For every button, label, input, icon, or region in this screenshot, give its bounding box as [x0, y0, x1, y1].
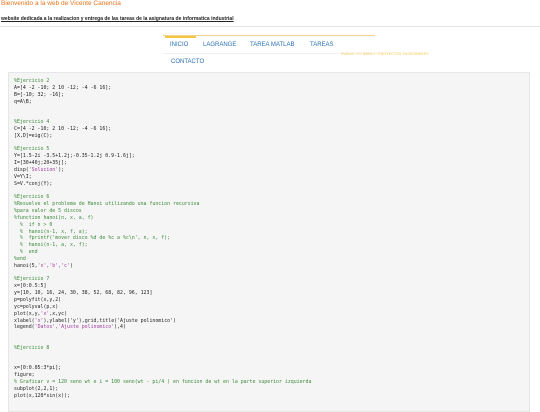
code-line: yc=polyval(p,x): [14, 303, 59, 310]
code-line: plot(x,y,'x',x,yc): [14, 310, 68, 317]
code-line: %para valor de 5 discos: [14, 208, 82, 215]
nav-blog-note: PUBLIC ??? BERL?? PROYECTOS FASSOBRIERY: [341, 52, 430, 56]
code-line: xlabel('x'),ylabel('y'),grid,title('Ajus…: [14, 317, 176, 324]
code-line: A=[4 -2 -10; 2 10 -12; -4 -6 16];: [14, 84, 112, 91]
code-line: %function hanoi(n, x, a, f): [14, 214, 94, 221]
nav-item-lagrange[interactable]: LAGRANGE: [203, 42, 236, 48]
code-line: V=Y\I;: [14, 173, 32, 180]
code-block: %Ejercicio 2 A=[4 -2 -10; 2 10 -12; -4 -6…: [8, 72, 530, 412]
code-line: %Ejercicio 8: [14, 344, 50, 351]
code-line: %Ejercicio 4: [14, 119, 50, 126]
main-nav: INICIO LAGRANGE TAREA MATLAB TAREAS: [163, 35, 375, 52]
code-line: x=[0:0.05:3*pi];: [14, 365, 62, 372]
code-line: legend('Datos','Ajuste polinomico'),4): [14, 324, 126, 331]
code-line: % hanoi(n-1, a, x, f);: [14, 242, 88, 249]
nav-item-inicio[interactable]: INICIO: [170, 42, 188, 48]
code-line: S=V.*conj(Y);: [14, 180, 53, 187]
code-line: % fprintf('mover disco %d de %c a %c\n',…: [14, 235, 171, 242]
code-line: Y=[1.5-2i -3.5+1.2j;-0.35-1.2j 0.9-1.6j]…: [14, 153, 135, 160]
code-line: q=A\B;: [14, 98, 32, 105]
code-line: [X,D]=eig(C);: [14, 132, 53, 139]
code-line: B=[-10; 32; -16];: [14, 91, 65, 98]
code-line: % end: [14, 249, 38, 256]
code-line: p=polyfit(x,y,2): [14, 297, 62, 303]
code-line: %Ejercicio 7: [14, 276, 50, 283]
nav-item-tarea-matlab[interactable]: TAREA MATLAB: [250, 42, 294, 48]
code-line: %end: [14, 255, 26, 262]
nav-item-tareas[interactable]: TAREAS: [310, 42, 334, 48]
code-line: %Ejercicio 5: [14, 146, 50, 153]
code-line: %Resuelve el problema de Hanoi utilizand…: [14, 201, 200, 208]
site-tagline[interactable]: website dedicada a la realizacion y entr…: [1, 16, 234, 22]
code-line: disp('Solucion');: [14, 166, 65, 173]
code-line: figure;: [14, 372, 35, 379]
code-line: C=[4 -2 -10; 2 10 -12; -4 -6 16];: [14, 125, 112, 132]
code-line: %Ejercicio 6: [14, 194, 50, 201]
code-line: %Ejercicio 2: [14, 78, 50, 84]
code-line: % if n > 0: [14, 221, 53, 228]
header-divider: [0, 26, 540, 27]
nav-active-indicator: [165, 36, 196, 38]
code-line: % hanoi(n-1, x, f, a);: [14, 228, 88, 235]
code-line: hanoi(5,'x','b','c'): [14, 262, 73, 269]
site-title: Bienvenido a la web de Vicente Canencia: [1, 0, 121, 7]
code-line: I=[30+40j;20+35j];: [14, 160, 67, 167]
code-line: plot(x,120*sin(x));: [14, 392, 70, 399]
code-line: subplot(2,2,1);: [14, 385, 59, 392]
nav-item-contacto[interactable]: CONTACTO: [171, 59, 204, 65]
matlab-code: %Ejercicio 2 A=[4 -2 -10; 2 10 -12; -4 -6…: [14, 78, 311, 400]
code-line: % Graficar v = 120 seno wt e i = 100 sen…: [14, 379, 312, 386]
code-line: y=[10, 10, 16, 24, 30, 38, 52, 68, 82, 9…: [14, 290, 153, 297]
code-line: x=[0:0.5:5]: [14, 283, 47, 290]
